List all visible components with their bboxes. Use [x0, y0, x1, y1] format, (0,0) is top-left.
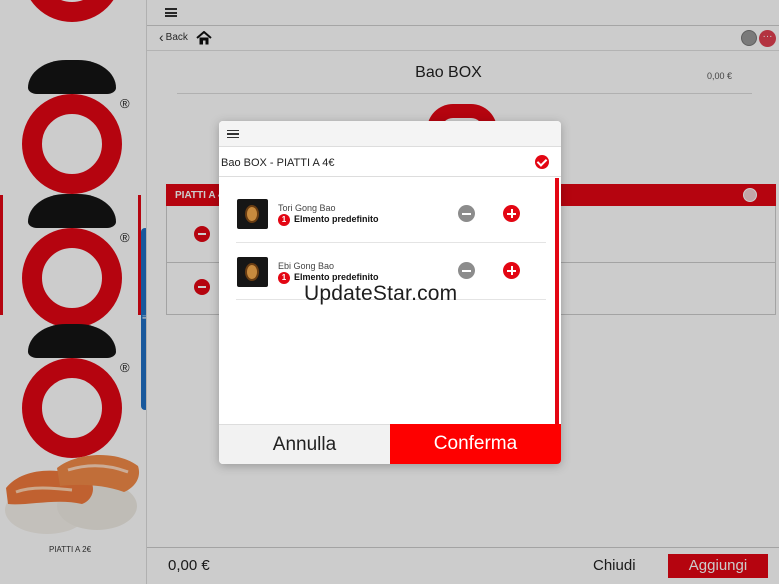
- item-name: Tori Gong Bao: [278, 203, 336, 213]
- item-note: Elmento predefinito: [294, 214, 379, 224]
- list-item: Tori Gong Bao 1 Elmento predefinito: [236, 186, 546, 243]
- item-name: Ebi Gong Bao: [278, 261, 335, 271]
- confirm-button[interactable]: Conferma: [390, 424, 561, 464]
- quantity-badge: 1: [278, 272, 290, 284]
- item-thumbnail: [237, 257, 268, 287]
- watermark: UpdateStar.com: [304, 282, 458, 305]
- item-thumbnail: [237, 199, 268, 229]
- item-note: Elmento predefinito: [294, 272, 379, 282]
- plus-icon[interactable]: [503, 205, 520, 222]
- minus-icon[interactable]: [458, 262, 475, 279]
- minus-icon[interactable]: [458, 205, 475, 222]
- dialog-title-bar: Bao BOX - PIATTI A 4€: [219, 148, 561, 177]
- quantity-badge: 1: [278, 214, 290, 226]
- plus-icon[interactable]: [503, 262, 520, 279]
- dialog-header: [219, 121, 561, 147]
- menu-icon[interactable]: [227, 130, 239, 138]
- check-icon[interactable]: [535, 155, 549, 169]
- scroll-indicator: [555, 178, 559, 424]
- dialog-title: Bao BOX - PIATTI A 4€: [221, 157, 335, 169]
- cancel-button[interactable]: Annulla: [219, 424, 390, 464]
